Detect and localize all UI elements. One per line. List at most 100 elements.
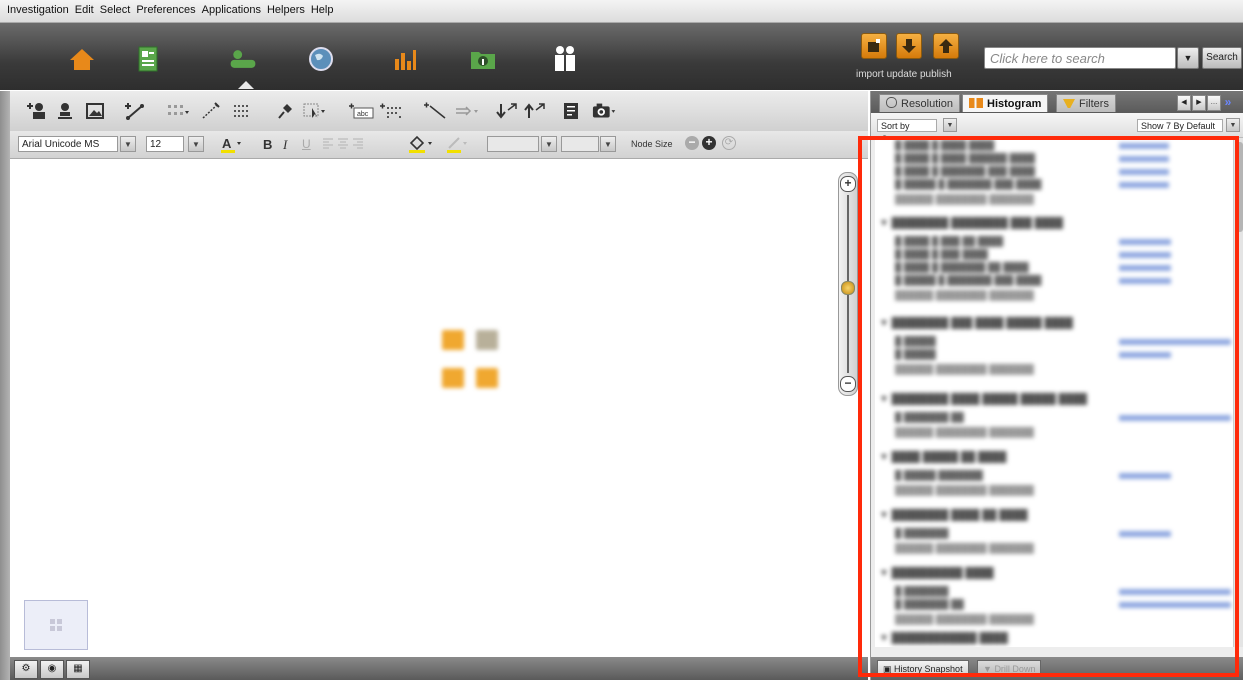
font-size-select[interactable]: 12 (146, 136, 184, 152)
notes-icon[interactable] (558, 99, 584, 123)
history-snapshot-button[interactable]: ▣ History Snapshot (877, 660, 969, 677)
arrange-down-icon[interactable] (494, 99, 520, 123)
person-icon[interactable] (52, 99, 78, 123)
menu-edit[interactable]: Edit (72, 4, 97, 16)
right-panel: Resolution Histogram Filters ◀ ▶…» Sort b… (870, 91, 1243, 680)
zoom-out-icon[interactable]: − (840, 376, 856, 392)
zoom-handle[interactable] (841, 281, 855, 295)
line-style-select[interactable] (561, 136, 599, 152)
graph-node[interactable] (476, 330, 498, 350)
drill-down-button[interactable]: ▼ Drill Down (977, 660, 1042, 677)
globe-icon[interactable] (306, 45, 336, 73)
bold-icon[interactable]: B (263, 137, 272, 152)
settings-tools-icon[interactable]: ⚙ (14, 660, 38, 679)
people-icon[interactable] (550, 45, 580, 73)
publish-button[interactable] (933, 33, 959, 59)
align-right-icon[interactable] (353, 137, 363, 152)
tab-next-icon[interactable]: ▶ (1192, 95, 1206, 111)
minimap[interactable] (24, 600, 88, 650)
tab-more-icon[interactable]: … (1207, 95, 1221, 111)
menu-helpers[interactable]: Helpers (264, 4, 308, 16)
menu-preferences[interactable]: Preferences (133, 4, 198, 16)
add-text-icon[interactable]: abc (348, 99, 374, 123)
graph-node[interactable] (442, 368, 464, 388)
action-labels: import update publish (856, 69, 952, 80)
tab-histogram[interactable]: Histogram (962, 94, 1049, 112)
sort-select[interactable]: Sort by Count (877, 119, 937, 144)
node-size-reset-icon[interactable]: ⟳ (722, 136, 736, 150)
search-button[interactable]: Search (1202, 47, 1242, 69)
line-width-select[interactable] (487, 136, 539, 152)
font-family-select[interactable]: Arial Unicode MS (18, 136, 118, 152)
tab-prev-icon[interactable]: ◀ (1177, 95, 1191, 111)
funnel-icon: ▼ (983, 664, 992, 674)
resolution-icon (886, 97, 897, 108)
scrollbar-thumb[interactable] (1235, 142, 1243, 232)
select-tool-icon[interactable] (302, 99, 328, 123)
publish-label: publish (919, 69, 952, 80)
show-count-select[interactable]: Show 7 By Default (1137, 119, 1223, 132)
format-toolbar: Arial Unicode MS ▼ 12 ▼ A B I U ▼ ▼ Node… (10, 131, 868, 159)
grid-icon[interactable] (228, 99, 254, 123)
import-button[interactable] (861, 33, 887, 59)
font-color-icon[interactable]: A (220, 135, 244, 153)
arrow-style-icon[interactable] (454, 99, 480, 123)
tab-filters[interactable]: Filters (1056, 94, 1116, 112)
tab-pager: ◀ ▶…» (1177, 95, 1235, 111)
tab-histogram-label: Histogram (987, 98, 1042, 110)
underline-icon[interactable]: U (302, 137, 311, 151)
minimap-grid-icon (50, 619, 62, 631)
fill-color-icon[interactable] (408, 135, 436, 156)
graph-node[interactable] (476, 368, 498, 388)
link-analysis-icon[interactable] (228, 45, 258, 89)
menu-applications[interactable]: Applications (199, 4, 264, 16)
layout-icon[interactable] (165, 99, 191, 123)
add-dots-icon[interactable] (378, 99, 404, 123)
image-icon[interactable] (82, 99, 108, 123)
tab-resolution[interactable]: Resolution (879, 94, 960, 112)
charts-icon[interactable] (390, 45, 420, 73)
table-view-icon[interactable]: ▦ (66, 660, 90, 679)
info-folder-icon[interactable] (468, 45, 498, 73)
sort-dropdown[interactable]: ▼ (943, 118, 957, 132)
home-icon[interactable] (67, 45, 97, 73)
add-link-icon[interactable] (122, 99, 148, 123)
add-line-icon[interactable] (422, 99, 448, 123)
align-center-icon[interactable] (338, 137, 348, 152)
menu-select[interactable]: Select (97, 4, 134, 16)
add-person-icon[interactable] (24, 99, 50, 123)
globe-view-icon[interactable]: ◉ (40, 660, 64, 679)
histogram-list[interactable]: █ ████ █ ████ ████ █ ████ █ ████ ██████ … (875, 138, 1233, 647)
drill-down-label: Drill Down (994, 664, 1036, 674)
align-left-icon[interactable] (323, 137, 333, 152)
search-dropdown-button[interactable]: ▼ (1177, 47, 1199, 69)
camera-icon[interactable] (592, 99, 618, 123)
menu-investigation[interactable]: Investigation (4, 4, 72, 16)
histogram-scrollbar[interactable] (1233, 138, 1243, 647)
search-input[interactable]: Click here to search (984, 47, 1176, 69)
arrange-up-icon[interactable] (522, 99, 548, 123)
show-count-dropdown[interactable]: ▼ (1226, 118, 1240, 132)
collapse-panel-icon[interactable]: » (1222, 95, 1234, 109)
node-size-decrease-icon[interactable]: − (685, 136, 699, 150)
report-icon[interactable] (133, 45, 163, 73)
italic-icon[interactable]: I (283, 137, 287, 153)
update-button[interactable] (896, 33, 922, 59)
zoom-slider[interactable]: + − (838, 172, 858, 396)
graph-canvas[interactable] (10, 159, 868, 657)
svg-text:abc: abc (357, 111, 369, 118)
line-width-dropdown[interactable]: ▼ (541, 136, 557, 152)
panel-bottom-bar: ▣ History Snapshot ▼ Drill Down (871, 657, 1243, 680)
font-size-dropdown[interactable]: ▼ (188, 136, 204, 152)
zoom-in-icon[interactable]: + (840, 176, 856, 192)
history-snapshot-label: History Snapshot (894, 664, 963, 674)
pin-icon[interactable] (272, 99, 298, 123)
font-family-dropdown[interactable]: ▼ (120, 136, 136, 152)
tab-resolution-label: Resolution (901, 98, 953, 110)
node-size-increase-icon[interactable]: + (702, 136, 716, 150)
graph-node[interactable] (442, 330, 464, 350)
line-style-dropdown[interactable]: ▼ (600, 136, 616, 152)
magic-link-icon[interactable] (198, 99, 224, 123)
line-color-icon[interactable] (446, 135, 470, 156)
menu-help[interactable]: Help (308, 4, 337, 16)
